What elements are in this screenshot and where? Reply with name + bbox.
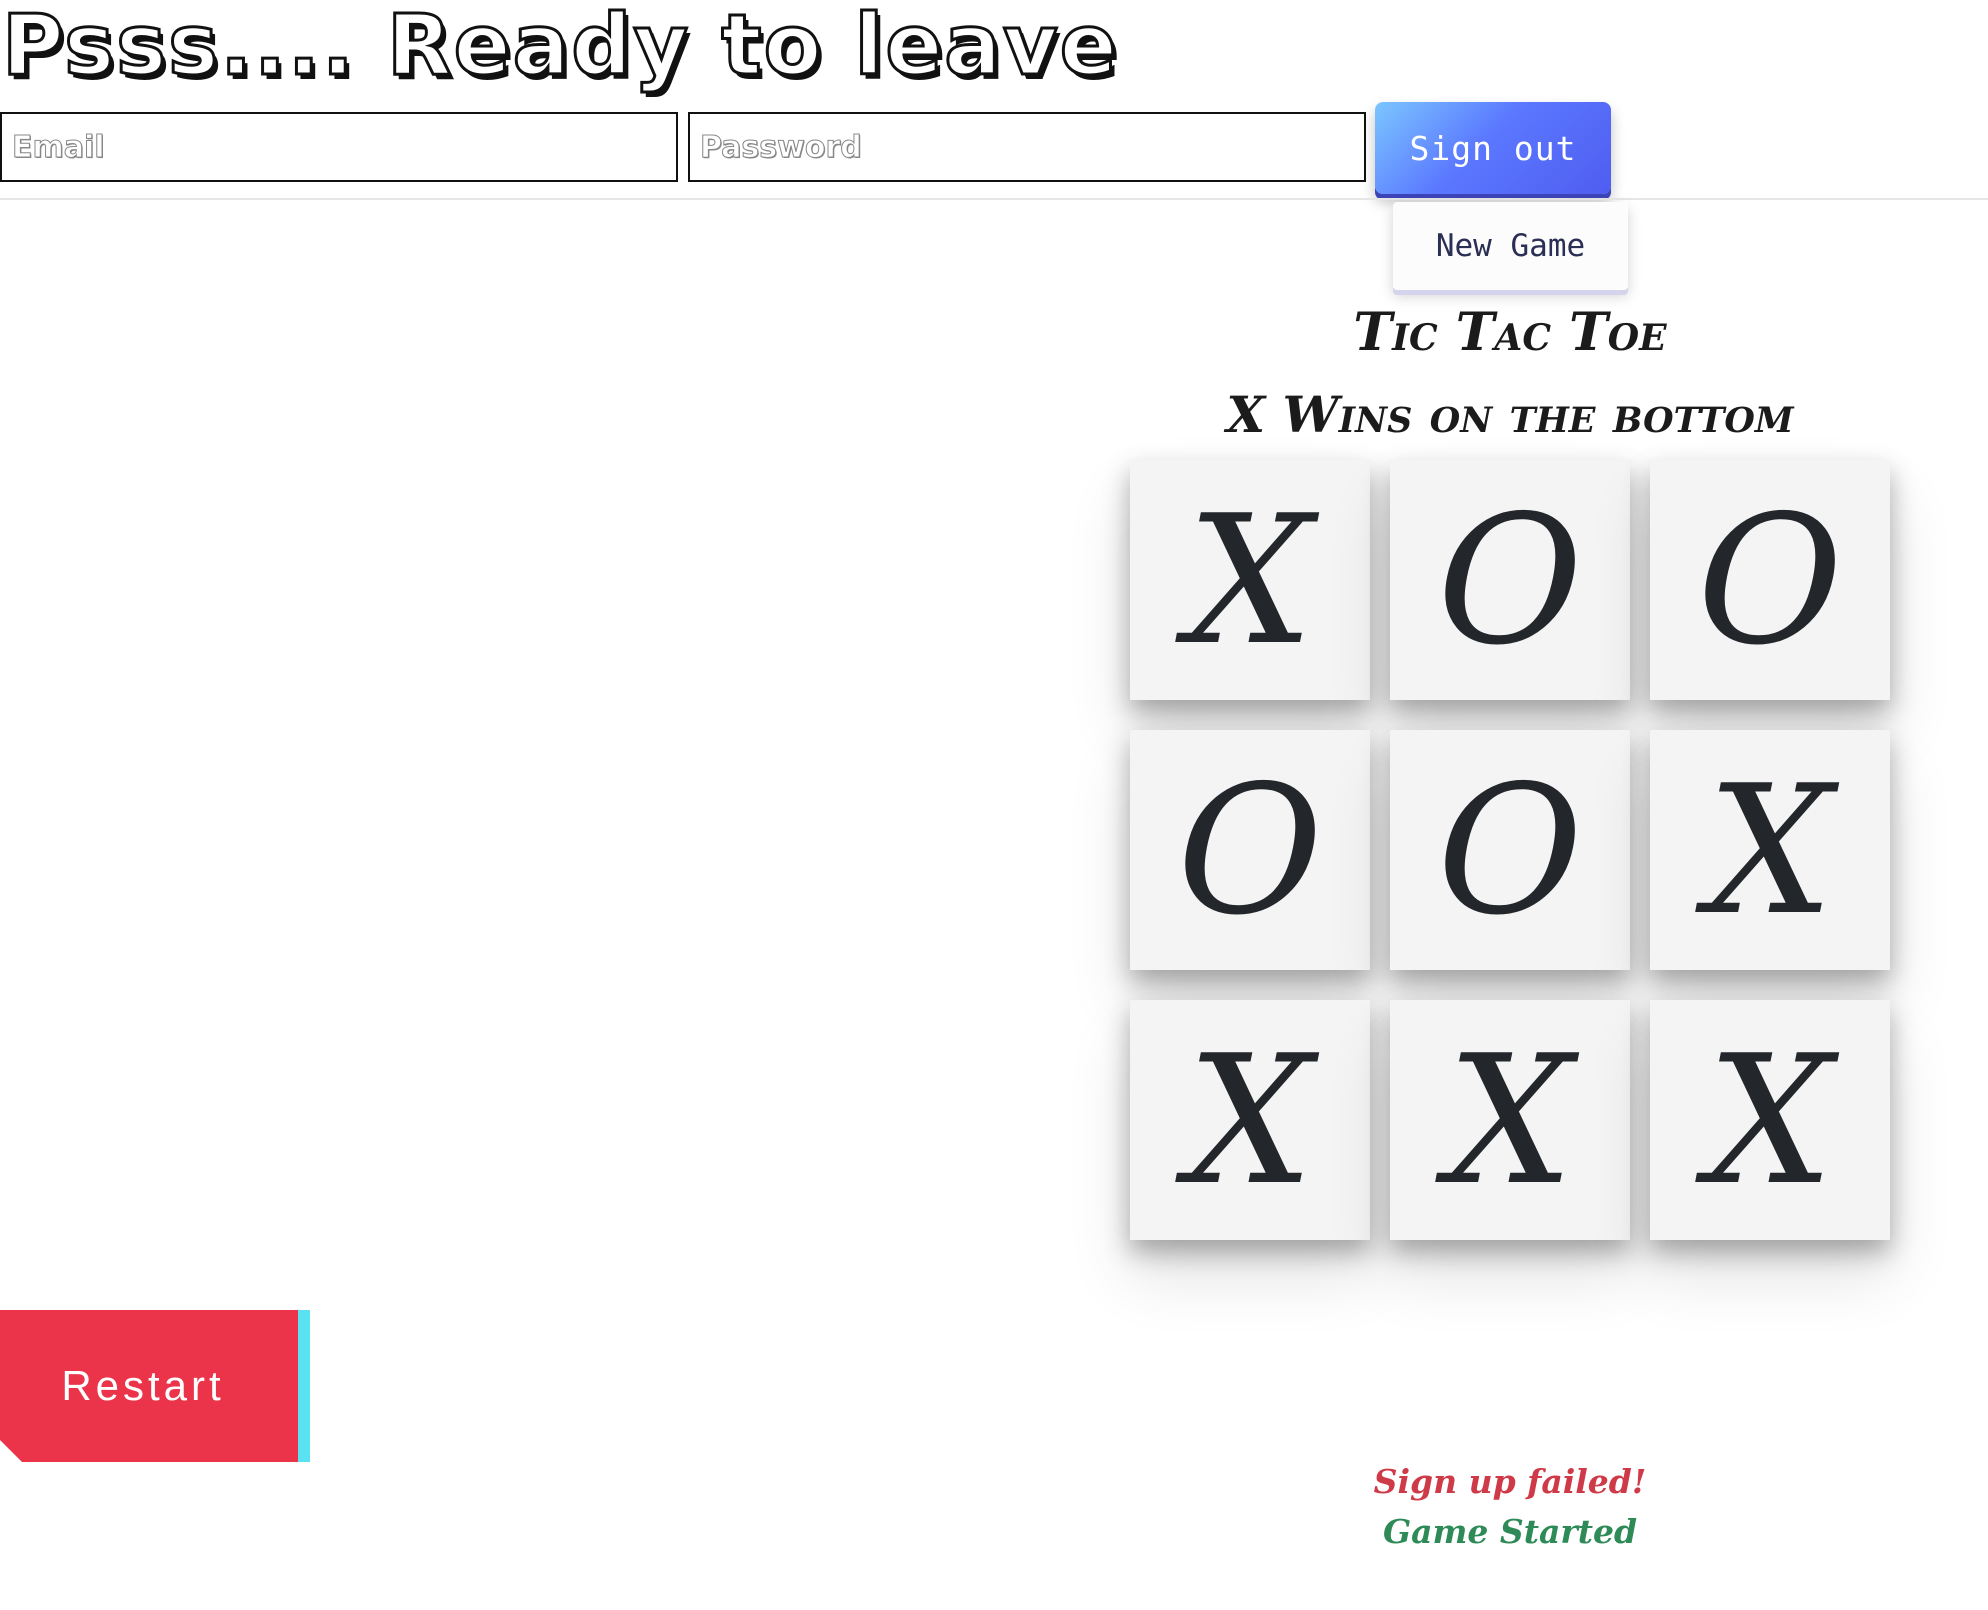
board-cell[interactable]: X	[1650, 730, 1890, 970]
board-cell[interactable]: O	[1130, 730, 1370, 970]
board-cell[interactable]: O	[1650, 460, 1890, 700]
game-started-message: Game Started	[1382, 1512, 1638, 1551]
board-cell[interactable]: X	[1130, 1000, 1370, 1240]
password-field[interactable]	[688, 112, 1366, 182]
sign-out-button[interactable]: Sign out	[1375, 102, 1611, 194]
board-cell[interactable]: X	[1650, 1000, 1890, 1240]
game-title: Tic Tac Toe	[1353, 302, 1667, 363]
board-cell[interactable]: O	[1390, 730, 1630, 970]
game-board: X O O O O X X X X	[1130, 460, 1890, 1240]
board-cell[interactable]: X	[1390, 1000, 1630, 1240]
board-cell[interactable]: X	[1130, 460, 1370, 700]
new-game-button[interactable]: New Game	[1393, 202, 1628, 290]
restart-button[interactable]: Restart	[0, 1310, 310, 1462]
board-cell[interactable]: O	[1390, 460, 1630, 700]
header-divider	[0, 198, 1988, 200]
game-status: X Wins on the bottom	[1226, 385, 1794, 444]
signup-failed-message: Sign up failed!	[1373, 1462, 1647, 1501]
page-title: Psss.... Ready to leave	[1, 0, 1119, 94]
email-field[interactable]	[0, 112, 678, 182]
